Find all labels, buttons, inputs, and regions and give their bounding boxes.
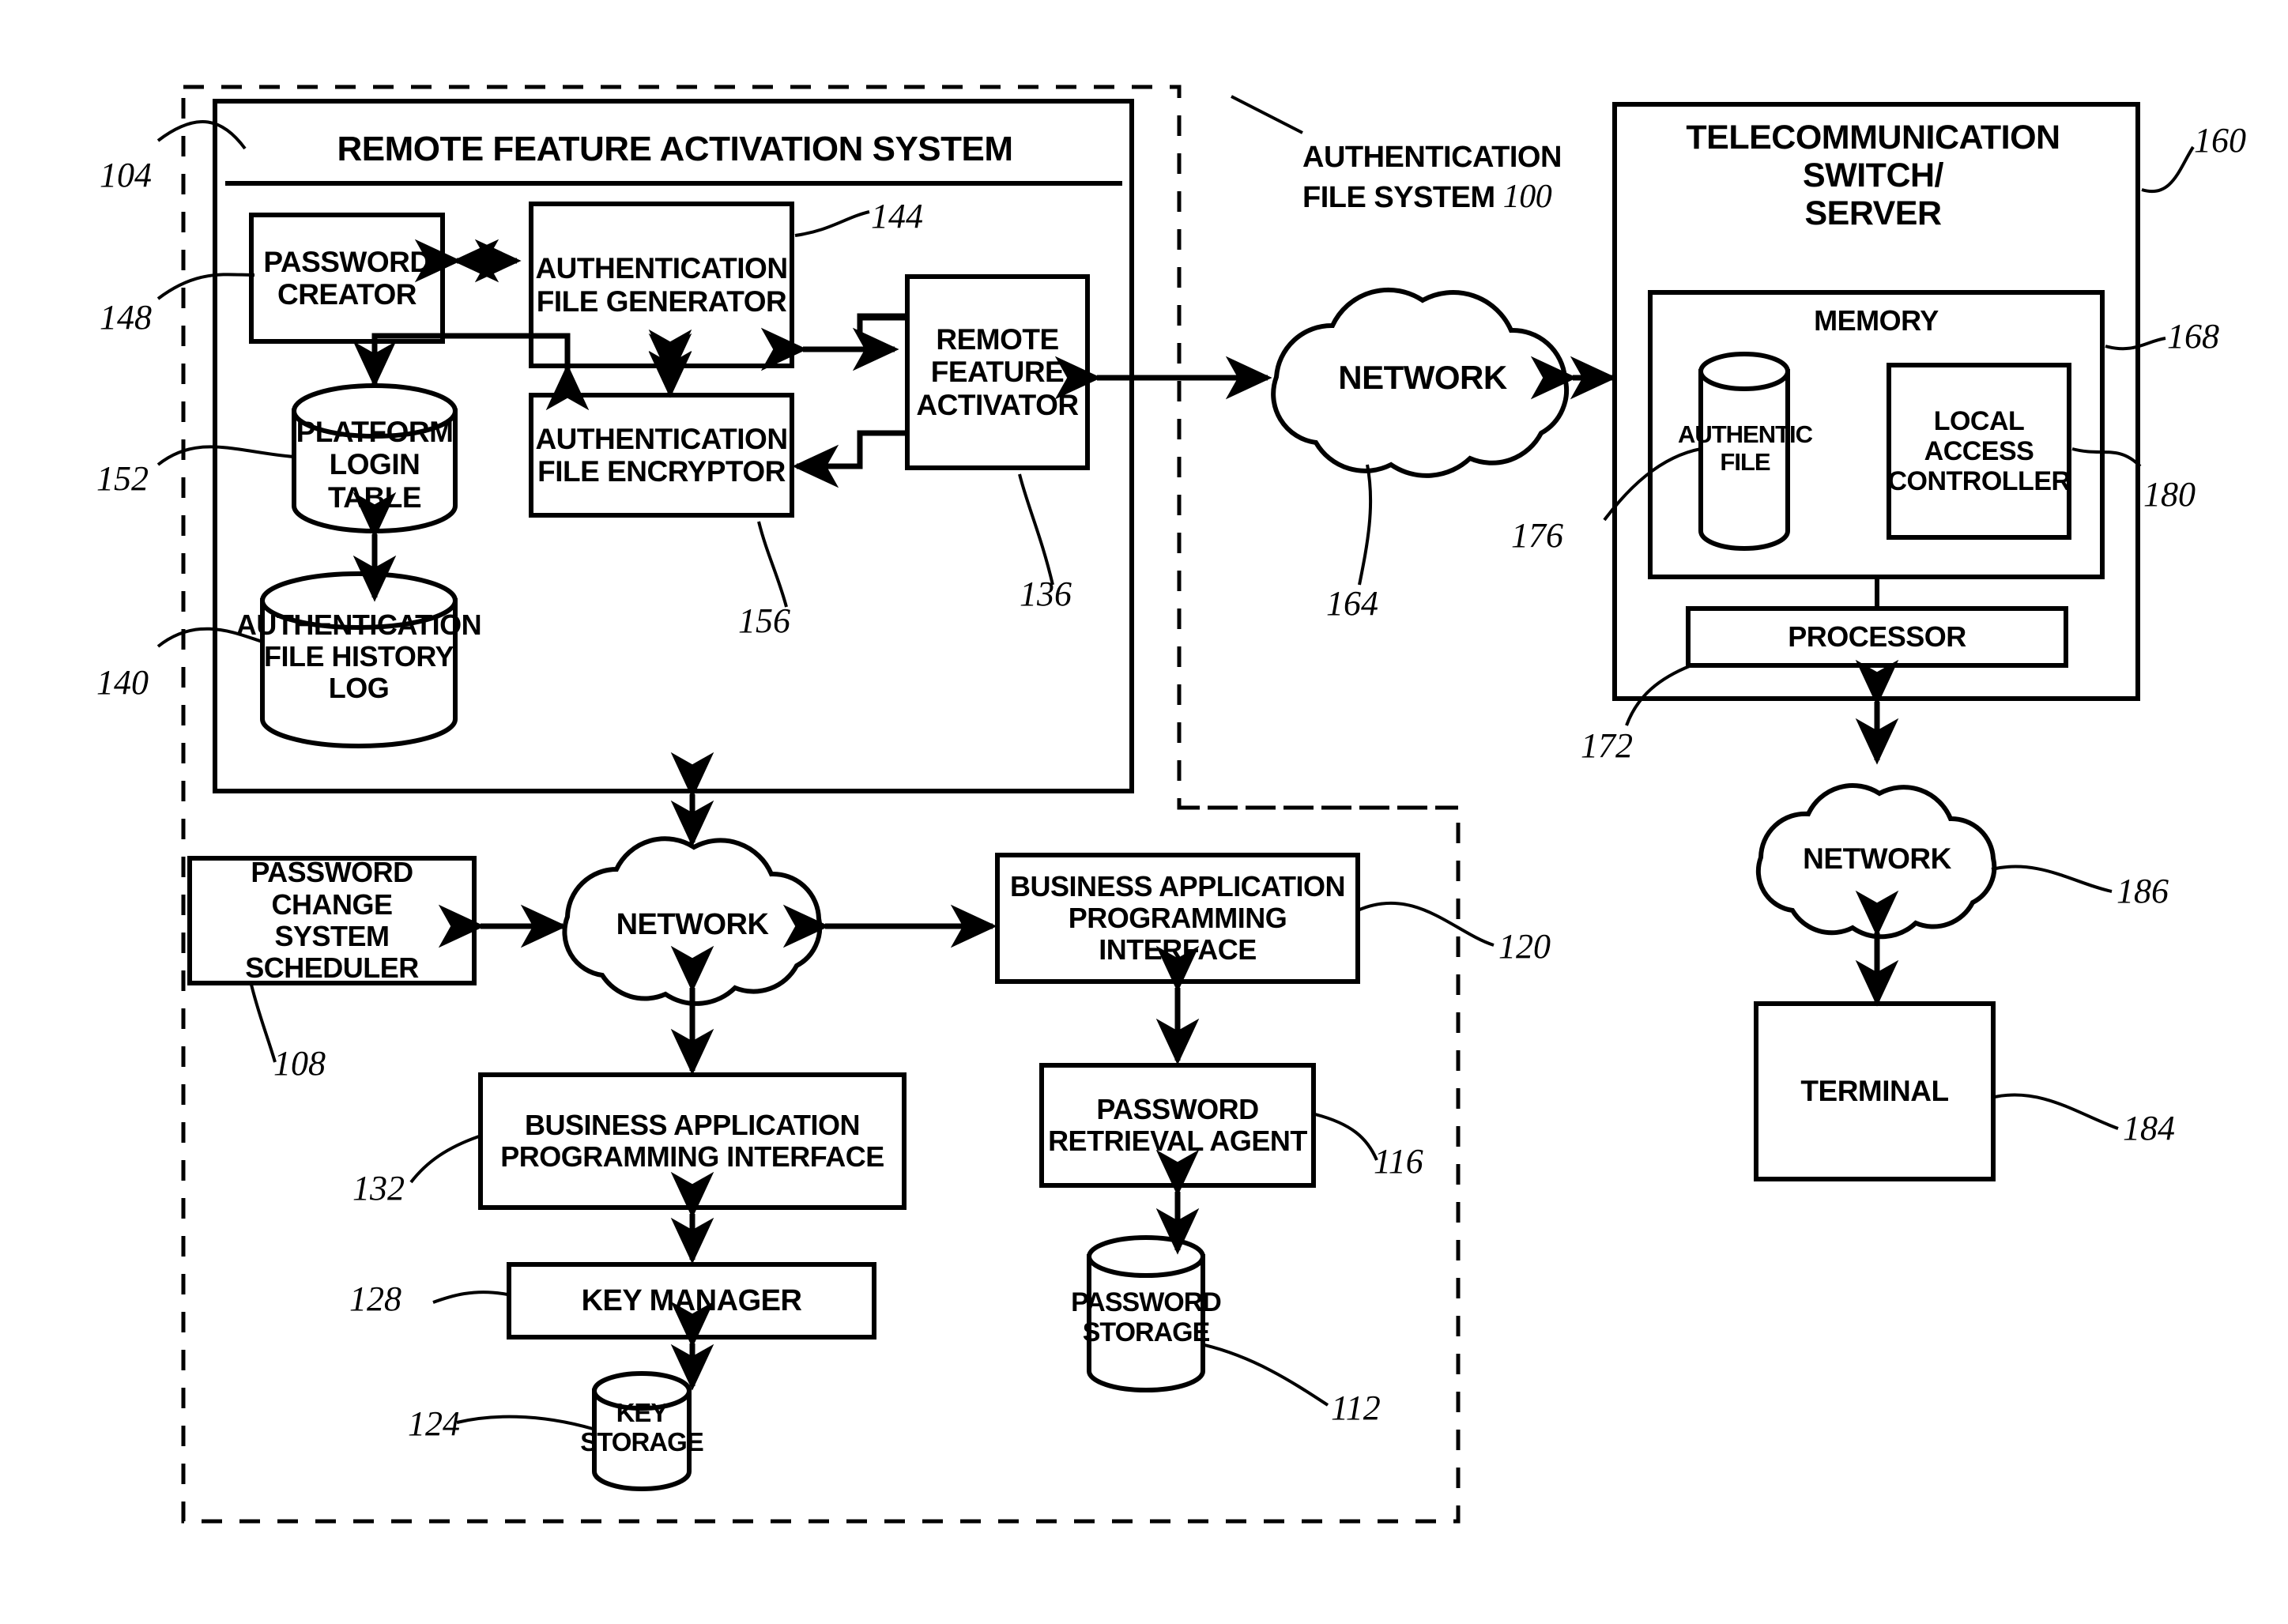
leader-180 [2071,447,2142,468]
ref-108: 108 [273,1044,326,1083]
ref-148: 148 [100,298,152,337]
password-creator-box [249,213,445,344]
ref-120: 120 [1498,927,1551,966]
key-storage-cylinder [592,1371,692,1491]
ref-168: 168 [2167,317,2219,356]
ref-112: 112 [1331,1389,1381,1427]
ref-132: 132 [352,1169,405,1208]
remote-feature-activator-box [905,274,1090,470]
leader-136 [1018,473,1054,586]
ref-124: 124 [408,1404,460,1443]
path-rfa-to-afe [800,430,907,469]
leader-120 [1357,901,1495,947]
leader-160 [2141,145,2195,194]
processor-box [1686,606,2068,668]
ref-116: 116 [1374,1142,1423,1181]
ref-128: 128 [349,1279,401,1318]
ref-156: 156 [738,601,790,640]
leader-184 [1994,1093,2119,1130]
leader-112 [1204,1343,1329,1407]
network-cloud-bottom [562,836,823,1006]
leader-128 [432,1291,508,1304]
ref-136: 136 [1020,575,1072,613]
ref-164: 164 [1326,584,1378,623]
diagram-vector-layer [156,85,2195,1524]
patent-figure-canvas: REMOTE FEATURE ACTIVATION SYSTEM TELECOM… [0,0,2288,1624]
leader-100 [1231,95,1303,134]
leader-124 [456,1415,594,1430]
authentic-file-cylinder [1698,352,1790,551]
key-manager-box [507,1262,876,1340]
password-retrieval-agent-box [1039,1063,1316,1188]
ref-104: 104 [100,156,152,194]
ref-186: 186 [2116,872,2169,910]
leader-186 [1991,865,2113,893]
ref-144: 144 [871,197,923,235]
leader-156 [757,521,788,608]
ref-176: 176 [1511,516,1563,555]
password-change-system-scheduler-box [187,856,477,985]
leader-132 [409,1135,480,1184]
network-cloud-top [1271,287,1569,478]
leader-144 [794,210,870,237]
network-cloud-right [1755,783,1997,940]
leader-172 [1625,664,1692,726]
business-api-right-box [995,853,1360,984]
leader-140 [156,627,263,648]
authentication-file-system-label: AUTHENTICATION FILE SYSTEM 100 [1302,101,1562,218]
authentication-file-encryptor-box [529,393,794,518]
ref-184: 184 [2123,1109,2175,1147]
platform-login-table-cylinder [292,383,458,533]
leader-116 [1314,1113,1378,1161]
authentication-file-system-ref: 100 [1502,179,1552,215]
authentication-file-history-log-cylinder [260,571,458,748]
ref-152: 152 [96,459,149,498]
business-api-center-box [478,1072,907,1210]
local-access-controller-box [1887,363,2071,540]
leader-108 [250,984,277,1063]
ref-172: 172 [1581,726,1633,765]
terminal-box [1754,1001,1996,1181]
leader-164 [1358,464,1373,586]
ref-160: 160 [2194,121,2246,160]
password-storage-cylinder [1087,1235,1205,1392]
ref-140: 140 [96,663,149,702]
leader-148 [156,273,255,300]
leader-152 [156,445,295,466]
leader-104 [156,120,247,150]
ref-180: 180 [2143,475,2196,514]
